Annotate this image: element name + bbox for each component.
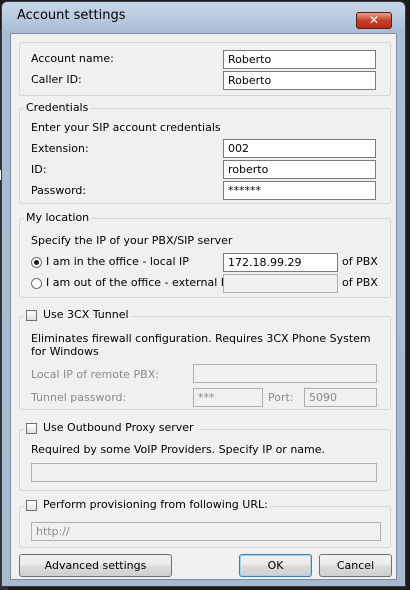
id-input[interactable]: roberto	[223, 160, 376, 179]
account-name-input[interactable]: Roberto	[223, 50, 376, 69]
provisioning-legend[interactable]: Perform provisioning from following URL:	[24, 498, 270, 511]
extension-input[interactable]: 002	[223, 139, 376, 158]
advanced-settings-button[interactable]: Advanced settings	[19, 554, 172, 577]
credentials-hint: Enter your SIP account credentials	[31, 121, 221, 134]
external-ip-input[interactable]	[223, 274, 338, 293]
title-bar[interactable]: Account settings ✕	[2, 2, 405, 32]
cancel-button[interactable]: Cancel	[319, 554, 392, 577]
remote-ip-input[interactable]	[193, 364, 377, 383]
location-group: My location Specify the IP of your PBX/S…	[19, 211, 391, 298]
password-input[interactable]: ******	[223, 181, 376, 200]
proxy-checkbox-label[interactable]: Use Outbound Proxy server	[43, 421, 194, 434]
tunnel-description: Eliminates firewall configuration. Requi…	[31, 332, 371, 358]
proxy-legend[interactable]: Use Outbound Proxy server	[24, 421, 196, 434]
credentials-legend: Credentials	[24, 101, 91, 114]
tunnel-checkbox[interactable]	[26, 309, 37, 321]
remote-ip-label: Local IP of remote PBX:	[31, 368, 159, 381]
account-name-label: Account name:	[31, 52, 114, 65]
caller-id-input[interactable]: Roberto	[223, 71, 376, 90]
local-ip-input[interactable]: 172.18.99.29	[223, 253, 338, 272]
proxy-checkbox[interactable]	[26, 422, 37, 434]
port-label: Port:	[268, 391, 294, 404]
credentials-group: Credentials Enter your SIP account crede…	[19, 101, 391, 204]
account-settings-dialog: Account settings ✕ Account name: Roberto…	[1, 1, 406, 587]
close-icon: ✕	[368, 13, 380, 27]
id-label: ID:	[31, 163, 47, 176]
out-office-label[interactable]: I am out of the office - external IP	[46, 276, 231, 289]
dialog-title: Account settings	[17, 8, 126, 23]
proxy-description: Required by some VoIP Providers. Specify…	[31, 443, 326, 456]
port-input[interactable]: 5090	[304, 388, 377, 407]
in-office-radio[interactable]	[31, 257, 42, 268]
external-ip-suffix: of PBX	[342, 276, 378, 289]
tunnel-group: Use 3CX Tunnel Eliminates firewall confi…	[19, 308, 391, 410]
tunnel-password-label: Tunnel password:	[31, 391, 127, 404]
provisioning-checkbox-label[interactable]: Perform provisioning from following URL:	[43, 498, 268, 511]
provisioning-group: Perform provisioning from following URL:…	[19, 498, 391, 548]
location-legend: My location	[24, 211, 92, 224]
provisioning-checkbox[interactable]	[26, 499, 37, 511]
tunnel-legend[interactable]: Use 3CX Tunnel	[24, 308, 131, 321]
dialog-client-area: Account name: Roberto Caller ID: Roberto…	[10, 33, 397, 580]
password-label: Password:	[31, 184, 87, 197]
caller-id-label: Caller ID:	[31, 73, 82, 86]
in-office-label[interactable]: I am in the office - local IP	[46, 255, 189, 268]
ok-button[interactable]: OK	[239, 554, 312, 577]
out-office-radio[interactable]	[31, 278, 42, 289]
proxy-group: Use Outbound Proxy server Required by so…	[19, 421, 391, 491]
extension-label: Extension:	[31, 142, 89, 155]
tunnel-checkbox-label[interactable]: Use 3CX Tunnel	[43, 308, 129, 321]
proxy-input[interactable]	[31, 463, 377, 482]
provisioning-url-input[interactable]: http://	[31, 522, 381, 541]
local-ip-suffix: of PBX	[342, 255, 378, 268]
location-hint: Specify the IP of your PBX/SIP server	[31, 234, 233, 247]
close-button[interactable]: ✕	[356, 12, 392, 29]
account-group: Account name: Roberto Caller ID: Roberto	[19, 42, 391, 96]
tunnel-password-input[interactable]: ***	[193, 388, 263, 407]
